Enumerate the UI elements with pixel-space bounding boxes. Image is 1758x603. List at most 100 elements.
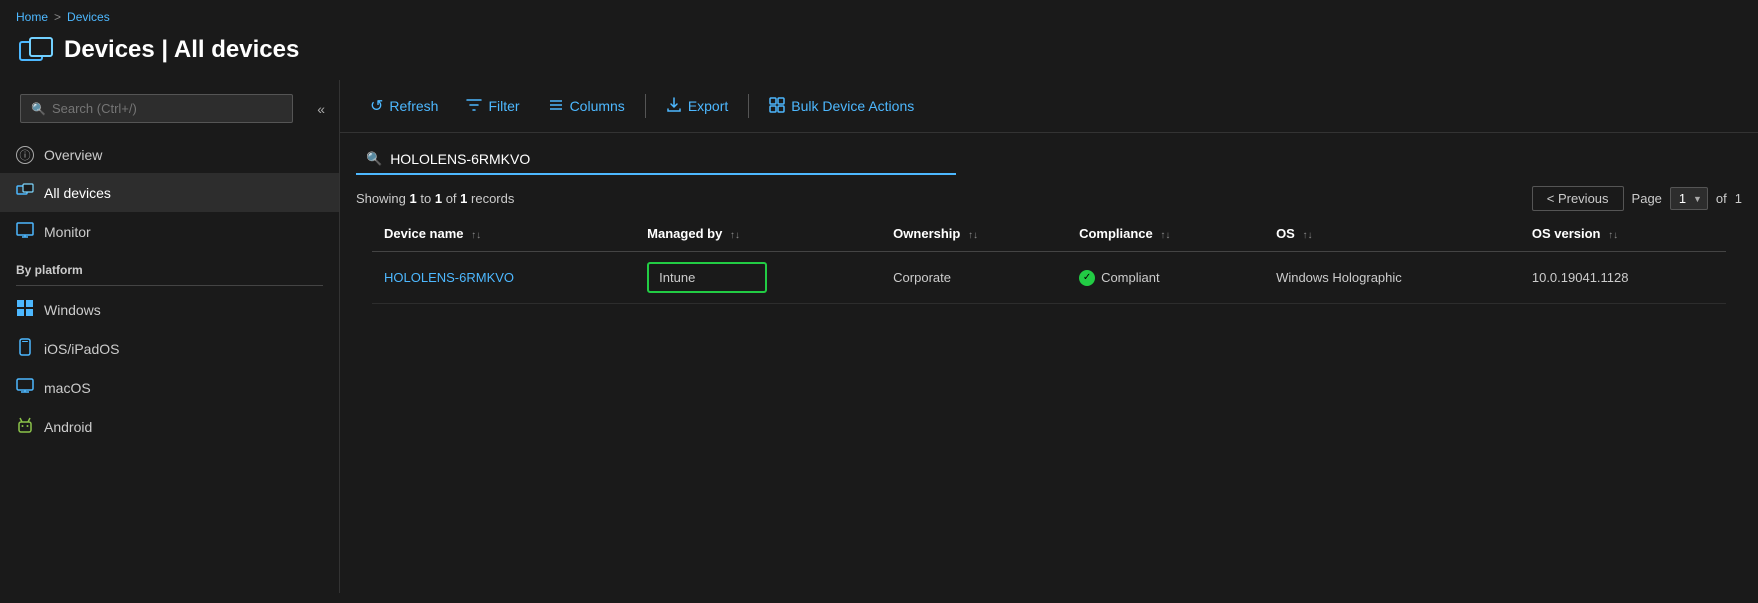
sidebar-nav: ⓘ Overview All devices — [0, 137, 339, 593]
toolbar-divider-2 — [748, 94, 749, 118]
sidebar-item-label-windows: Windows — [44, 302, 101, 318]
macos-icon — [16, 377, 34, 398]
info-icon: ⓘ — [16, 146, 34, 164]
filter-input-wrapper[interactable]: 🔍 — [356, 145, 956, 175]
page-select[interactable]: 1 — [1670, 187, 1708, 210]
breadcrumb-separator: > — [54, 10, 61, 24]
export-icon — [666, 97, 682, 116]
search-filter-bar[interactable]: 🔍 — [356, 145, 1742, 175]
collapse-sidebar-button[interactable]: « — [311, 99, 331, 119]
col-os-version[interactable]: OS version ↑↓ — [1520, 216, 1726, 252]
refresh-button[interactable]: ↺ Refresh — [356, 90, 452, 122]
records-label: records — [471, 191, 514, 206]
cell-os-version: 10.0.19041.1128 — [1520, 252, 1726, 304]
sidebar-item-label-android: Android — [44, 419, 92, 435]
main-layout: 🔍 « ⓘ Overview All devices — [0, 80, 1758, 593]
records-pagination-row: Showing 1 to 1 of 1 records < Previous P… — [340, 181, 1758, 216]
records-total: 1 — [460, 191, 467, 206]
bulk-actions-button[interactable]: Bulk Device Actions — [755, 91, 928, 122]
sort-icon-ownership: ↑↓ — [968, 230, 978, 241]
records-to: 1 — [435, 191, 442, 206]
table-header: Device name ↑↓ Managed by ↑↓ Ownership ↑… — [372, 216, 1726, 252]
page-label-text: Page — [1632, 191, 1662, 206]
windows-icon — [16, 299, 34, 320]
sidebar-item-ios[interactable]: iOS/iPadOS — [0, 329, 339, 368]
section-divider — [16, 285, 323, 286]
sort-icon-compliance: ↑↓ — [1160, 230, 1170, 241]
filter-search-input[interactable] — [390, 151, 946, 167]
col-compliance[interactable]: Compliance ↑↓ — [1067, 216, 1264, 252]
export-label: Export — [688, 98, 728, 114]
sidebar-search[interactable]: 🔍 — [20, 94, 293, 123]
col-os[interactable]: OS ↑↓ — [1264, 216, 1520, 252]
columns-button[interactable]: Columns — [534, 91, 639, 122]
sidebar-item-label-overview: Overview — [44, 147, 102, 163]
of-label: of — [446, 191, 460, 206]
cell-compliance: ✓ Compliant — [1067, 252, 1264, 304]
table-row[interactable]: HOLOLENS-6RMKVO Intune Corporate ✓ Compl… — [372, 252, 1726, 304]
table-container: Device name ↑↓ Managed by ↑↓ Ownership ↑… — [340, 216, 1758, 304]
columns-icon — [548, 97, 564, 116]
bulk-icon — [769, 97, 785, 116]
page-icon — [16, 32, 52, 68]
all-devices-icon — [16, 182, 34, 203]
sidebar-item-monitor[interactable]: Monitor — [0, 212, 339, 251]
toolbar: ↺ Refresh Filter — [340, 80, 1758, 133]
records-info: Showing 1 to 1 of 1 records — [340, 185, 530, 212]
android-icon — [16, 416, 34, 437]
col-managed-by[interactable]: Managed by ↑↓ — [635, 216, 881, 252]
toolbar-divider-1 — [645, 94, 646, 118]
compliant-icon: ✓ — [1079, 270, 1095, 286]
breadcrumb-home[interactable]: Home — [16, 10, 48, 24]
bulk-actions-label: Bulk Device Actions — [791, 98, 914, 114]
sort-icon-os-version: ↑↓ — [1608, 230, 1618, 241]
sidebar-search-input[interactable] — [52, 101, 282, 116]
sort-icon-device-name: ↑↓ — [471, 230, 481, 241]
managed-by-highlight: Intune — [647, 262, 767, 293]
total-pages: 1 — [1735, 191, 1742, 206]
cell-os: Windows Holographic — [1264, 252, 1520, 304]
of-pages-label: of — [1716, 191, 1727, 206]
sidebar-item-windows[interactable]: Windows — [0, 290, 339, 329]
sidebar-item-label-monitor: Monitor — [44, 224, 91, 240]
page-header: Devices | All devices — [0, 28, 1758, 80]
showing-text: Showing — [356, 191, 406, 206]
filter-button[interactable]: Filter — [452, 91, 533, 122]
export-button[interactable]: Export — [652, 91, 742, 122]
sidebar-item-overview[interactable]: ⓘ Overview — [0, 137, 339, 173]
records-from: 1 — [410, 191, 417, 206]
sidebar: 🔍 « ⓘ Overview All devices — [0, 80, 340, 593]
cell-ownership: Corporate — [881, 252, 1067, 304]
table-body: HOLOLENS-6RMKVO Intune Corporate ✓ Compl… — [372, 252, 1726, 304]
sort-icon-managed-by: ↑↓ — [730, 230, 740, 241]
breadcrumb-current: Devices — [67, 10, 110, 24]
sidebar-item-android[interactable]: Android — [0, 407, 339, 446]
compliance-container: ✓ Compliant — [1079, 270, 1252, 286]
devices-table: Device name ↑↓ Managed by ↑↓ Ownership ↑… — [372, 216, 1726, 304]
search-icon: 🔍 — [31, 102, 46, 116]
devices-page-icon — [16, 32, 56, 72]
ios-icon — [16, 338, 34, 359]
sidebar-item-macos[interactable]: macOS — [0, 368, 339, 407]
monitor-icon — [16, 221, 34, 242]
filter-search-icon: 🔍 — [366, 151, 382, 167]
by-platform-label: By platform — [0, 251, 339, 281]
filter-icon — [466, 97, 482, 116]
col-ownership[interactable]: Ownership ↑↓ — [881, 216, 1067, 252]
pagination: < Previous Page 1 of 1 — [1532, 186, 1758, 211]
refresh-label: Refresh — [389, 98, 438, 114]
page-select-wrapper[interactable]: 1 — [1670, 187, 1708, 210]
sidebar-item-label-macos: macOS — [44, 380, 91, 396]
sidebar-item-label-all-devices: All devices — [44, 185, 111, 201]
content-area: ↺ Refresh Filter — [340, 80, 1758, 593]
cell-managed-by: Intune — [635, 252, 881, 304]
refresh-icon: ↺ — [370, 96, 383, 116]
columns-label: Columns — [570, 98, 625, 114]
sort-icon-os: ↑↓ — [1302, 230, 1312, 241]
page-title: Devices | All devices — [64, 36, 299, 64]
col-device-name[interactable]: Device name ↑↓ — [372, 216, 635, 252]
filter-label: Filter — [488, 98, 519, 114]
compliance-text: Compliant — [1101, 270, 1160, 285]
sidebar-item-all-devices[interactable]: All devices — [0, 173, 339, 212]
previous-button[interactable]: < Previous — [1532, 186, 1624, 211]
